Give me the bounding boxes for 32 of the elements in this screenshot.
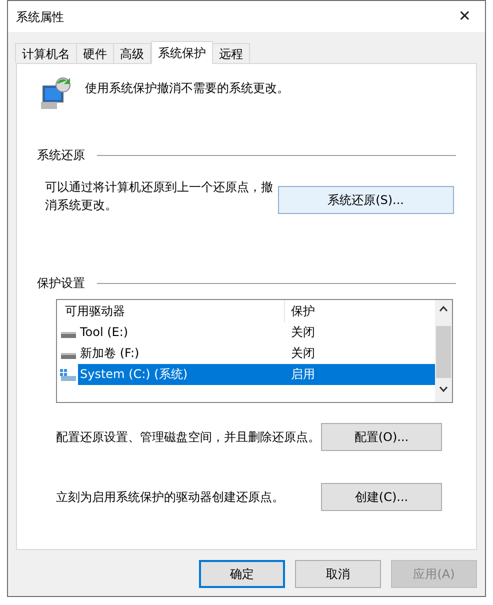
dialog-button[interactable]: 取消 — [295, 560, 381, 588]
close-button[interactable]: ✕ — [454, 5, 475, 28]
window-title: 系统属性 — [16, 8, 64, 26]
scroll-down-icon[interactable] — [439, 386, 448, 392]
tab[interactable]: 硬件 — [76, 43, 114, 63]
section-heading: 保护设置 — [37, 275, 85, 292]
description-text: 可以通过将计算机还原到上一个还原点，撤消系统更改。 — [45, 179, 274, 214]
protection-status: 关闭 — [290, 345, 316, 362]
computer-restore-icon — [41, 76, 71, 110]
dialog-button[interactable]: 确定 — [199, 560, 285, 588]
configure-button[interactable]: 配置(O)... — [321, 423, 442, 451]
description-text: 配置还原设置、管理磁盘空间，并且删除还原点。 — [56, 429, 320, 446]
system-drive-icon — [60, 368, 76, 380]
drive-list-item[interactable]: Tool (E:) — [78, 322, 285, 343]
tab[interactable]: 计算机名 — [15, 43, 77, 63]
section-heading: 系统还原 — [37, 147, 85, 164]
intro-text: 使用系统保护撤消不需要的系统更改。 — [85, 80, 289, 97]
create-button[interactable]: 创建(C)... — [321, 483, 442, 511]
scrollbar-thumb[interactable] — [436, 326, 451, 378]
protection-status: 启用 — [285, 364, 435, 385]
column-header[interactable]: 可用驱动器 — [57, 300, 285, 322]
protection-status: 关闭 — [290, 324, 316, 341]
scrollbar[interactable] — [435, 300, 452, 402]
column-header[interactable]: 保护 — [285, 300, 435, 322]
scroll-up-icon[interactable] — [439, 306, 448, 312]
tab[interactable]: 高级 — [113, 43, 151, 63]
drive-list-item[interactable]: System (C:) (系统) — [78, 364, 285, 385]
system-restore-button[interactable]: 系统还原(S)... — [278, 186, 454, 214]
tab[interactable]: 远程 — [212, 43, 250, 63]
drive-list-item[interactable]: 新加卷 (F:) — [78, 343, 285, 364]
tab[interactable]: 系统保护 — [151, 41, 213, 64]
description-text: 立刻为启用系统保护的驱动器创建还原点。 — [56, 489, 284, 506]
